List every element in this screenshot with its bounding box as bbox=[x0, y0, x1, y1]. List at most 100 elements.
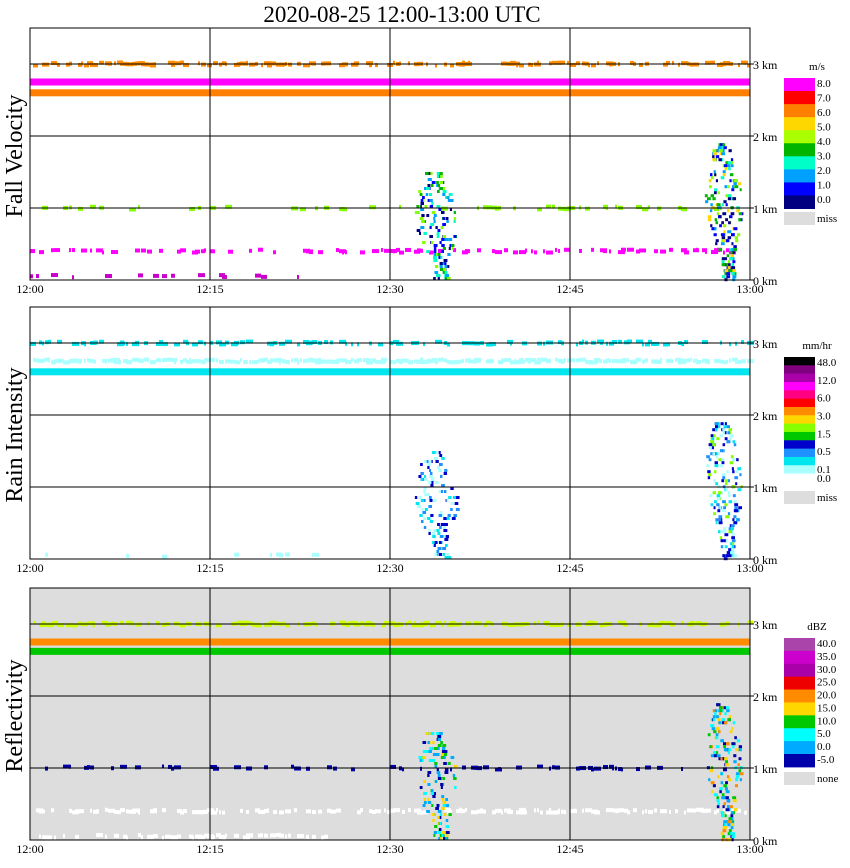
band-dash bbox=[399, 250, 404, 255]
band-dash bbox=[282, 62, 284, 67]
cell-pixel bbox=[726, 272, 731, 276]
cell-pixel bbox=[724, 185, 727, 189]
band-dash bbox=[546, 250, 553, 255]
cell-pixel bbox=[718, 425, 721, 429]
cell-pixel bbox=[726, 470, 729, 474]
cell-pixel bbox=[708, 473, 712, 477]
cell-pixel bbox=[732, 458, 736, 462]
cell-pixel bbox=[724, 814, 727, 818]
band-dash bbox=[204, 341, 206, 346]
band-dash bbox=[96, 809, 99, 814]
band-dash bbox=[684, 250, 689, 255]
band-dash bbox=[279, 810, 284, 815]
band-dash bbox=[45, 835, 52, 840]
cell-pixel bbox=[424, 750, 429, 753]
cell-pixel bbox=[722, 509, 726, 513]
cell-pixel bbox=[440, 753, 444, 756]
band-dash bbox=[660, 357, 662, 362]
cell-pixel bbox=[431, 211, 436, 214]
cell-pixel bbox=[437, 523, 440, 526]
cell-pixel bbox=[453, 220, 456, 223]
cell-pixel bbox=[718, 706, 723, 710]
y-tick-label: 2 km bbox=[753, 409, 778, 423]
colorbar-swatch bbox=[784, 91, 815, 105]
band-dash bbox=[120, 808, 125, 813]
cell-pixel bbox=[724, 257, 727, 261]
band-dash bbox=[204, 248, 206, 253]
band-dash bbox=[177, 834, 181, 839]
colorbar-swatch bbox=[784, 650, 815, 665]
cell-pixel bbox=[705, 200, 709, 204]
band-dash bbox=[288, 360, 290, 365]
cell-pixel bbox=[436, 804, 440, 807]
cell-pixel bbox=[428, 759, 433, 762]
cell-pixel bbox=[736, 739, 741, 743]
cell-pixel bbox=[726, 742, 730, 746]
cell-pixel bbox=[432, 541, 435, 544]
band-dash bbox=[234, 833, 239, 838]
cell-pixel bbox=[437, 253, 441, 256]
band-dash bbox=[261, 833, 263, 838]
band-dash bbox=[240, 808, 243, 813]
band-dash bbox=[642, 810, 644, 815]
cell-pixel bbox=[436, 466, 440, 469]
cell-pixel bbox=[707, 215, 712, 219]
band-dash bbox=[219, 62, 222, 67]
band-dash bbox=[543, 249, 545, 254]
cell-pixel bbox=[716, 203, 721, 207]
band-dash bbox=[675, 809, 678, 814]
cell-pixel bbox=[724, 823, 727, 827]
colorbar-level: 40.0 bbox=[817, 638, 837, 650]
band-dash bbox=[198, 61, 200, 66]
cell-pixel bbox=[721, 796, 726, 800]
cell-pixel bbox=[738, 757, 742, 761]
band-dash bbox=[549, 808, 551, 813]
cell-pixel bbox=[734, 236, 739, 240]
cell-pixel bbox=[717, 509, 721, 513]
cell-pixel bbox=[722, 545, 726, 549]
cell-pixel bbox=[734, 245, 737, 249]
cell-pixel bbox=[442, 247, 446, 250]
band-dash bbox=[90, 808, 92, 813]
band-dash bbox=[33, 357, 36, 362]
cell-pixel bbox=[434, 747, 438, 750]
cell-pixel bbox=[432, 819, 435, 822]
cell-pixel bbox=[451, 247, 454, 250]
band-dash bbox=[654, 808, 657, 813]
cell-pixel bbox=[739, 473, 742, 477]
cell-pixel bbox=[420, 472, 424, 475]
band-dash bbox=[399, 61, 401, 66]
cell-pixel bbox=[442, 217, 446, 220]
cell-pixel bbox=[727, 209, 730, 213]
cell-pixel bbox=[731, 188, 735, 192]
band-dash bbox=[354, 61, 359, 66]
band-dash bbox=[744, 359, 746, 364]
band-dash bbox=[492, 249, 495, 254]
cell-pixel bbox=[731, 742, 735, 746]
cell-pixel bbox=[733, 500, 737, 504]
band-dash bbox=[567, 358, 569, 363]
cell-pixel bbox=[419, 193, 423, 196]
cell-pixel bbox=[725, 790, 730, 794]
cell-pixel bbox=[437, 735, 442, 738]
cell-pixel bbox=[739, 188, 742, 192]
cell-pixel bbox=[714, 227, 717, 231]
cell-pixel bbox=[712, 718, 716, 722]
band-dash bbox=[327, 765, 332, 770]
cell-pixel bbox=[446, 834, 449, 837]
band-dash bbox=[552, 622, 554, 627]
cell-pixel bbox=[721, 152, 726, 156]
band-dash bbox=[324, 61, 331, 66]
cell-pixel bbox=[710, 754, 715, 758]
cell-pixel bbox=[712, 491, 717, 495]
cell-pixel bbox=[723, 146, 727, 150]
band-dash bbox=[42, 62, 49, 67]
cell-pixel bbox=[716, 503, 720, 507]
cell-pixel bbox=[445, 535, 448, 538]
band-dash bbox=[489, 358, 491, 363]
cell-pixel bbox=[446, 196, 450, 199]
cell-pixel bbox=[433, 253, 437, 256]
cell-pixel bbox=[434, 825, 438, 828]
cell-pixel bbox=[719, 449, 724, 453]
band-dash bbox=[42, 358, 45, 363]
